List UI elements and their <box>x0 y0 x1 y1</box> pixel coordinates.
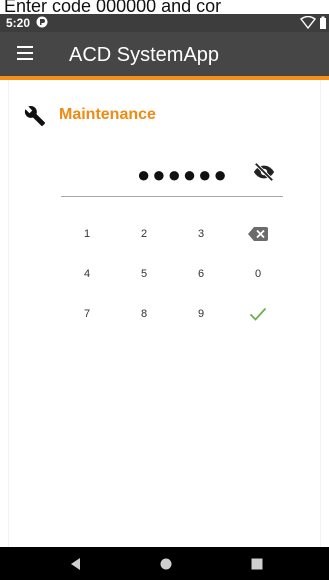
recents-icon[interactable] <box>248 555 266 573</box>
app-bar: ACD SystemApp <box>0 32 329 76</box>
pin-underline <box>61 196 283 197</box>
confirm-button[interactable] <box>240 300 276 328</box>
menu-icon[interactable] <box>17 45 35 61</box>
pin-input[interactable]: ●●●●●● <box>137 162 229 188</box>
battery-icon <box>320 16 326 29</box>
home-icon[interactable] <box>157 555 175 573</box>
key-0[interactable]: 0 <box>240 260 276 288</box>
status-bar: 5:20 <box>0 14 329 32</box>
wrench-icon <box>24 106 46 127</box>
key-9[interactable]: 9 <box>183 300 219 328</box>
key-2[interactable]: 2 <box>126 220 162 248</box>
key-6[interactable]: 6 <box>183 260 219 288</box>
section-title: Maintenance <box>59 106 156 123</box>
status-time: 5:20 <box>6 16 31 30</box>
app-title: ACD SystemApp <box>69 44 220 66</box>
back-icon[interactable] <box>67 555 85 573</box>
navigation-bar <box>0 547 329 580</box>
eye-off-icon[interactable] <box>253 162 275 182</box>
backspace-icon <box>248 227 268 241</box>
status-right-icons <box>299 16 326 30</box>
key-5[interactable]: 5 <box>126 260 162 288</box>
key-7[interactable]: 7 <box>69 300 105 328</box>
backspace-button[interactable] <box>240 220 276 248</box>
key-8[interactable]: 8 <box>126 300 162 328</box>
check-icon <box>249 307 267 321</box>
key-4[interactable]: 4 <box>69 260 105 288</box>
badge-icon <box>36 16 48 28</box>
wifi-icon <box>299 16 317 30</box>
key-3[interactable]: 3 <box>183 220 219 248</box>
key-1[interactable]: 1 <box>69 220 105 248</box>
maintenance-panel: Maintenance ●●●●●● 1 2 3 4 5 6 0 7 8 9 <box>8 80 321 547</box>
